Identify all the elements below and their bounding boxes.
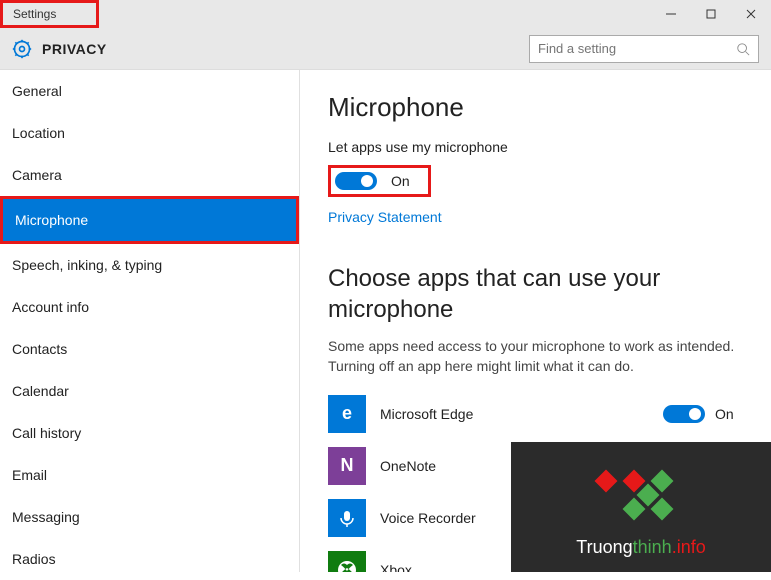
maximize-button[interactable] — [691, 0, 731, 28]
master-toggle[interactable] — [335, 172, 377, 190]
voice-recorder-icon — [328, 499, 366, 537]
page-heading: Microphone — [328, 92, 743, 123]
minimize-icon — [665, 8, 677, 20]
titlebar: Settings — [0, 0, 771, 28]
watermark-text: Truongthinh.info — [576, 537, 705, 558]
titlebar-left-highlight: Settings — [0, 0, 99, 28]
search-icon — [736, 42, 750, 56]
sidebar-item-calendar[interactable]: Calendar — [0, 370, 299, 412]
gear-icon — [12, 39, 32, 59]
search-input[interactable] — [538, 41, 736, 56]
xbox-logo-icon — [336, 559, 358, 572]
window-controls — [651, 0, 771, 28]
watermark-logo-icon — [595, 441, 688, 534]
let-apps-label: Let apps use my microphone — [328, 139, 743, 155]
close-icon — [745, 8, 757, 20]
choose-apps-heading: Choose apps that can use your microphone — [328, 263, 743, 325]
sidebar-item-microphone[interactable]: Microphone — [0, 196, 299, 244]
sidebar-item-contacts[interactable]: Contacts — [0, 328, 299, 370]
master-toggle-highlight: On — [328, 165, 431, 197]
edge-icon: e — [328, 395, 366, 433]
xbox-icon — [328, 551, 366, 572]
sidebar-item-location[interactable]: Location — [0, 112, 299, 154]
privacy-statement-link[interactable]: Privacy Statement — [328, 209, 442, 225]
sidebar-item-speech[interactable]: Speech, inking, & typing — [0, 244, 299, 286]
sidebar-item-general[interactable]: General — [0, 70, 299, 112]
watermark: Truongthinh.info — [511, 442, 771, 572]
sidebar-item-callhistory[interactable]: Call history — [0, 412, 299, 454]
sidebar-item-radios[interactable]: Radios — [0, 538, 299, 580]
sidebar-item-email[interactable]: Email — [0, 454, 299, 496]
sidebar-item-camera[interactable]: Camera — [0, 154, 299, 196]
minimize-button[interactable] — [651, 0, 691, 28]
onenote-icon: N — [328, 447, 366, 485]
window-title: Settings — [13, 7, 56, 21]
header-title: PRIVACY — [42, 41, 107, 57]
sidebar-item-account[interactable]: Account info — [0, 286, 299, 328]
choose-apps-desc: Some apps need access to your microphone… — [328, 337, 743, 376]
master-toggle-state: On — [391, 173, 410, 189]
app-row-edge: e Microsoft Edge On — [328, 395, 743, 433]
app-state: On — [715, 406, 743, 422]
close-button[interactable] — [731, 0, 771, 28]
header: PRIVACY — [0, 28, 771, 70]
app-name: Microsoft Edge — [380, 406, 663, 422]
sidebar: General Location Camera Microphone Speec… — [0, 70, 300, 572]
sidebar-item-messaging[interactable]: Messaging — [0, 496, 299, 538]
search-box[interactable] — [529, 35, 759, 63]
microphone-icon — [337, 508, 357, 528]
app-toggle-edge[interactable] — [663, 405, 705, 423]
maximize-icon — [705, 8, 717, 20]
